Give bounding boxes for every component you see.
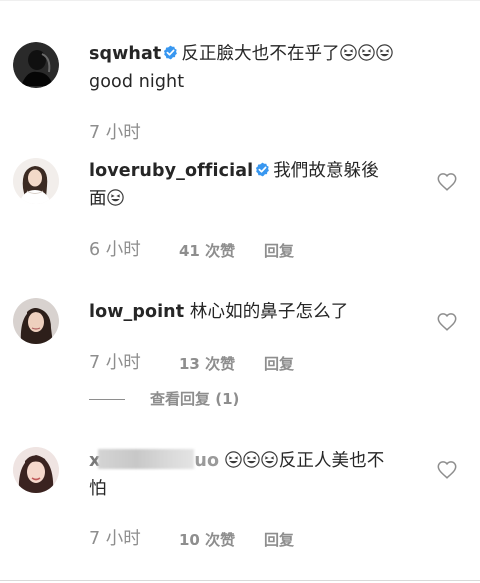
- comment-body: x uo 反正人美也不怕: [89, 447, 419, 503]
- avatar[interactable]: [13, 447, 59, 493]
- verified-badge-icon: [255, 162, 270, 177]
- comment-text: 反正臉大也不在乎了: [181, 44, 340, 64]
- comment-text-line2: 面: [89, 189, 107, 209]
- like-count[interactable]: 13 次赞: [179, 353, 235, 375]
- divider-dash: [89, 399, 125, 400]
- grinning-squinting-face-icon: [340, 44, 357, 61]
- top-divider: [0, 0, 480, 1]
- bottom-divider: [0, 580, 480, 581]
- grinning-squinting-face-icon: [358, 44, 375, 61]
- comment-text-line2: 怕: [89, 479, 107, 499]
- like-heart-icon[interactable]: [437, 173, 457, 191]
- grinning-squinting-face-icon: [225, 451, 242, 468]
- comment-body: sqwhat 反正臉大也不在乎了 good night: [89, 40, 419, 96]
- comment-text: 我們故意躲後: [273, 161, 379, 181]
- view-replies-button[interactable]: 查看回复 (1): [89, 389, 239, 409]
- comment-body: low_point 林心如的鼻子怎么了: [89, 298, 419, 326]
- timestamp[interactable]: 7 小时: [89, 528, 141, 550]
- grinning-squinting-face-icon: [243, 451, 260, 468]
- like-heart-icon[interactable]: [437, 461, 457, 479]
- reply-button[interactable]: 回复: [264, 529, 294, 551]
- reply-button[interactable]: 回复: [264, 353, 294, 375]
- avatar[interactable]: [13, 42, 59, 88]
- like-heart-icon[interactable]: [437, 313, 457, 331]
- comment-meta: 7 小时 10 次赞 回复: [89, 528, 294, 550]
- grinning-squinting-face-icon: [376, 44, 393, 61]
- timestamp[interactable]: 7 小时: [89, 122, 141, 144]
- grinning-squinting-face-icon: [107, 189, 124, 206]
- comment-body: loveruby_official 我們故意躲後面: [89, 157, 419, 213]
- comment-text: 林心如的鼻子怎么了: [189, 302, 349, 322]
- avatar[interactable]: [13, 298, 59, 344]
- timestamp[interactable]: 6 小时: [89, 239, 141, 261]
- view-replies-label: 查看回复 (1): [150, 390, 240, 408]
- comment-meta: 7 小时 13 次赞 回复: [89, 352, 294, 374]
- blurred-username: [98, 449, 195, 469]
- like-count[interactable]: 10 次赞: [179, 529, 235, 551]
- username[interactable]: sqwhat: [89, 44, 161, 64]
- avatar[interactable]: [13, 158, 59, 204]
- username[interactable]: low_point: [89, 302, 184, 322]
- timestamp[interactable]: 7 小时: [89, 352, 141, 374]
- reply-button[interactable]: 回复: [264, 240, 294, 262]
- like-count[interactable]: 41 次赞: [179, 240, 235, 262]
- comment-text-line2: good night: [89, 72, 185, 92]
- username-suffix[interactable]: uo: [194, 451, 219, 471]
- comment-text: 反正人美也不: [278, 451, 385, 471]
- username[interactable]: loveruby_official: [89, 161, 253, 181]
- verified-badge-icon: [163, 45, 178, 60]
- grinning-squinting-face-icon: [261, 451, 278, 468]
- comment-meta: 7 小时: [89, 122, 141, 144]
- comment-meta: 6 小时 41 次赞 回复: [89, 239, 294, 261]
